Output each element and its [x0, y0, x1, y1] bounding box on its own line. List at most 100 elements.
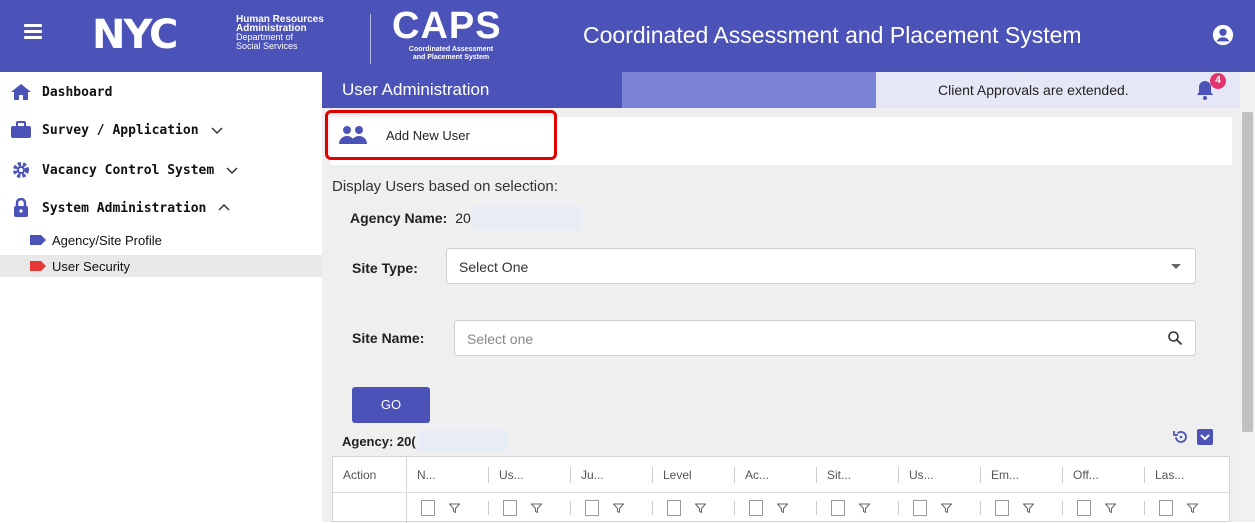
home-icon	[10, 82, 32, 102]
sidebar-subitem-label: User Security	[52, 258, 131, 274]
grid-header: Action N... Us... Ju... Level Ac... Sit.…	[333, 457, 1229, 493]
grid-column-header[interactable]: Action	[333, 457, 407, 492]
filter-checkbox[interactable]	[995, 500, 1009, 516]
caps-logo: CAPS Coordinated Assessment and Placemen…	[392, 5, 502, 61]
redacted-block	[472, 206, 581, 230]
site-name-label: Site Name:	[352, 330, 425, 346]
users-grid: Action N... Us... Ju... Level Ac... Sit.…	[332, 456, 1230, 523]
sidebar-item-survey[interactable]: Survey / Application	[10, 120, 223, 140]
tag-icon	[30, 261, 46, 271]
site-name-placeholder: Select one	[467, 331, 534, 347]
grid-filter-cell	[1063, 493, 1145, 523]
display-users-label: Display Users based on selection:	[332, 178, 558, 195]
chevron-up-icon	[218, 203, 230, 211]
site-type-value: Select One	[459, 259, 529, 275]
grid-filter-cell	[817, 493, 899, 523]
sidebar-item-label: Dashboard	[42, 84, 113, 100]
filter-icon[interactable]	[1105, 503, 1116, 514]
sidebar-item-label: Vacancy Control System	[42, 162, 215, 178]
add-new-user-button[interactable]: Add New User	[325, 110, 557, 160]
grid-column-header[interactable]: Sit...	[817, 457, 899, 492]
header-divider	[370, 14, 371, 64]
grid-column-header[interactable]: Level	[653, 457, 735, 492]
filter-checkbox[interactable]	[1077, 500, 1091, 516]
filter-checkbox[interactable]	[913, 500, 927, 516]
filter-icon[interactable]	[941, 503, 952, 514]
grid-filter-cell	[735, 493, 817, 523]
grid-filter-cell	[333, 493, 407, 523]
agency-name-value: 20	[455, 210, 471, 226]
export-icon[interactable]	[1196, 428, 1214, 446]
filter-checkbox[interactable]	[421, 500, 435, 516]
scrollbar-thumb[interactable]	[1242, 112, 1253, 432]
app-title: Coordinated Assessment and Placement Sys…	[583, 22, 1082, 48]
sidebar-item-label: System Administration	[42, 200, 207, 216]
sidebar-subitem-label: Agency/Site Profile	[52, 232, 162, 248]
notice-text: Client Approvals are extended.	[938, 82, 1129, 98]
vertical-scrollbar[interactable]	[1240, 72, 1255, 522]
go-button[interactable]: GO	[352, 387, 430, 423]
sidebar-item-label: Survey / Application	[42, 122, 199, 138]
grid-column-header[interactable]: Ac...	[735, 457, 817, 492]
sidebar-item-system-administration[interactable]: System Administration	[10, 198, 230, 218]
grid-filter-cell	[489, 493, 571, 523]
chevron-down-icon	[211, 127, 223, 135]
top-header: NYC Human Resources Administration Depar…	[0, 0, 1255, 72]
filter-checkbox[interactable]	[667, 500, 681, 516]
tag-icon	[30, 235, 46, 245]
site-type-select[interactable]: Select One	[446, 248, 1196, 284]
grid-column-header[interactable]: Us...	[489, 457, 571, 492]
caret-down-icon	[1171, 264, 1181, 269]
grid-filter-cell	[981, 493, 1063, 523]
filter-icon[interactable]	[1187, 503, 1198, 514]
grid-column-header[interactable]: Ju...	[571, 457, 653, 492]
filter-checkbox[interactable]	[585, 500, 599, 516]
account-icon[interactable]	[1212, 24, 1234, 46]
filter-icon[interactable]	[777, 503, 788, 514]
gear-icon	[10, 160, 32, 180]
grid-column-header[interactable]: Us...	[899, 457, 981, 492]
filter-icon[interactable]	[1023, 503, 1034, 514]
grid-filter-cell	[1145, 493, 1211, 523]
filter-icon[interactable]	[449, 503, 460, 514]
hra-logo-text: Human Resources Administration Departmen…	[236, 14, 324, 51]
site-name-input[interactable]: Select one	[454, 320, 1196, 356]
filter-checkbox[interactable]	[831, 500, 845, 516]
grid-column-header[interactable]: Off...	[1063, 457, 1145, 492]
sidebar-item-dashboard[interactable]: Dashboard	[10, 82, 112, 102]
grid-filter-row	[333, 493, 1229, 523]
filter-icon[interactable]	[859, 503, 870, 514]
page-title: User Administration	[342, 80, 490, 99]
page-header: User Administration Client Approvals are…	[322, 72, 1240, 108]
menu-icon[interactable]	[24, 24, 42, 44]
grid-toolbar	[1172, 428, 1214, 446]
sidebar: Dashboard Survey / Application Vacancy C…	[0, 72, 322, 522]
grid-column-header[interactable]: N...	[407, 457, 489, 492]
nyc-logo: NYC	[92, 12, 178, 58]
agency-label: Agency: 20(	[342, 430, 508, 452]
filter-checkbox[interactable]	[503, 500, 517, 516]
filter-checkbox[interactable]	[749, 500, 763, 516]
filter-checkbox[interactable]	[1159, 500, 1173, 516]
briefcase-icon	[10, 120, 32, 140]
header-highlight	[622, 72, 876, 108]
grid-filter-cell	[653, 493, 735, 523]
grid-filter-cell	[899, 493, 981, 523]
grid-filter-cell	[407, 493, 489, 523]
sidebar-subitem-agency-site-profile[interactable]: Agency/Site Profile	[0, 229, 322, 251]
search-icon[interactable]	[1167, 330, 1183, 346]
add-new-user-label: Add New User	[386, 127, 470, 143]
chevron-down-icon	[226, 167, 238, 175]
grid-column-header[interactable]: Em...	[981, 457, 1063, 492]
filter-icon[interactable]	[613, 503, 624, 514]
main-content: User Administration Client Approvals are…	[322, 72, 1240, 523]
filter-icon[interactable]	[695, 503, 706, 514]
users-icon	[339, 126, 367, 144]
sidebar-subitem-user-security[interactable]: User Security	[0, 255, 322, 277]
sidebar-item-vacancy-control[interactable]: Vacancy Control System	[10, 160, 238, 180]
reset-icon[interactable]	[1172, 428, 1190, 446]
filter-icon[interactable]	[531, 503, 542, 514]
grid-column-header[interactable]: Las...	[1145, 457, 1211, 492]
lock-icon	[10, 198, 32, 218]
agency-label-text: Agency: 20(	[342, 433, 416, 449]
